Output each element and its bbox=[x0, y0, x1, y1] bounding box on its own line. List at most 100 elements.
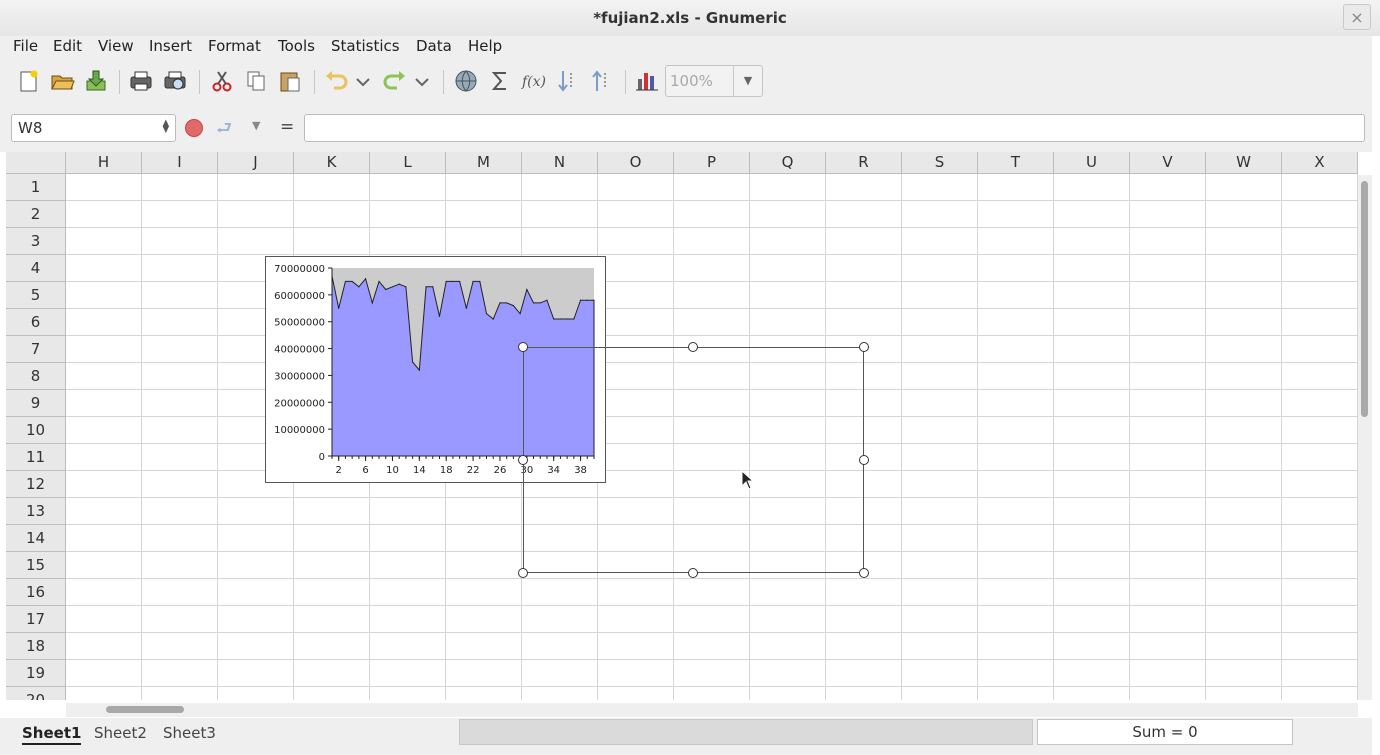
grid-line bbox=[66, 227, 1358, 228]
print-preview-icon[interactable] bbox=[161, 67, 189, 95]
column-header-j[interactable]: J bbox=[218, 152, 294, 174]
column-header-t[interactable]: T bbox=[978, 152, 1054, 174]
column-header-k[interactable]: K bbox=[294, 152, 370, 174]
menu-edit[interactable]: Edit bbox=[53, 37, 82, 55]
row-header-7[interactable]: 7 bbox=[6, 336, 66, 363]
undo-icon[interactable] bbox=[322, 67, 350, 95]
object-selection-frame[interactable] bbox=[523, 347, 864, 573]
row-header-19[interactable]: 19 bbox=[6, 660, 66, 687]
cancel-edit-icon[interactable] bbox=[185, 119, 203, 137]
menu-help[interactable]: Help bbox=[468, 37, 502, 55]
formula-input[interactable] bbox=[304, 114, 1365, 142]
row-header-3[interactable]: 3 bbox=[6, 228, 66, 255]
tab-sheet1[interactable]: Sheet1 bbox=[22, 723, 82, 745]
horizontal-scroll-thumb[interactable] bbox=[106, 706, 184, 713]
open-file-icon[interactable] bbox=[48, 67, 76, 95]
column-header-w[interactable]: W bbox=[1206, 152, 1282, 174]
menu-view[interactable]: View bbox=[98, 37, 134, 55]
equals-icon[interactable]: = bbox=[280, 117, 294, 137]
hyperlink-icon[interactable] bbox=[452, 67, 480, 95]
data-point bbox=[465, 307, 467, 309]
name-box-dropdown-icon[interactable]: ⧫ bbox=[163, 119, 169, 134]
zoom-combo[interactable]: 100% ▼ bbox=[665, 65, 763, 97]
chevron-down-icon[interactable]: ▼ bbox=[733, 66, 762, 96]
select-all-corner[interactable] bbox=[6, 152, 66, 174]
close-button[interactable]: × bbox=[1343, 4, 1371, 30]
row-header-10[interactable]: 10 bbox=[6, 417, 66, 444]
menu-tools[interactable]: Tools bbox=[278, 37, 315, 55]
row-header-14[interactable]: 14 bbox=[6, 525, 66, 552]
row-header-2[interactable]: 2 bbox=[6, 201, 66, 228]
row-header-15[interactable]: 15 bbox=[6, 552, 66, 579]
insert-chart-icon[interactable] bbox=[633, 67, 661, 95]
accept-edit-icon[interactable]: ⮐ bbox=[216, 116, 232, 146]
row-header-17[interactable]: 17 bbox=[6, 606, 66, 633]
undo-dropdown-icon[interactable] bbox=[352, 67, 374, 95]
name-box[interactable]: W8 ⧫ bbox=[11, 114, 176, 142]
cut-icon[interactable] bbox=[208, 67, 236, 95]
sort-descending-icon[interactable] bbox=[588, 67, 616, 95]
row-header-1[interactable]: 1 bbox=[6, 174, 66, 201]
menu-statistics[interactable]: Statistics bbox=[331, 37, 400, 55]
data-point bbox=[512, 305, 514, 307]
function-icon[interactable]: f(x) bbox=[520, 67, 548, 95]
row-header-18[interactable]: 18 bbox=[6, 633, 66, 660]
column-header-q[interactable]: Q bbox=[750, 152, 826, 174]
column-header-x[interactable]: X bbox=[1282, 152, 1358, 174]
row-header-4[interactable]: 4 bbox=[6, 255, 66, 282]
tab-sheet3[interactable]: Sheet3 bbox=[163, 723, 216, 743]
column-header-v[interactable]: V bbox=[1130, 152, 1206, 174]
tab-sheet2[interactable]: Sheet2 bbox=[94, 723, 147, 743]
column-header-l[interactable]: L bbox=[370, 152, 446, 174]
row-header-11[interactable]: 11 bbox=[6, 444, 66, 471]
chevron-down-icon[interactable]: ▼ bbox=[252, 119, 260, 132]
resize-handle-bottom-left[interactable] bbox=[518, 568, 528, 578]
redo-dropdown-icon[interactable] bbox=[411, 67, 433, 95]
row-header-13[interactable]: 13 bbox=[6, 498, 66, 525]
row-header-6[interactable]: 6 bbox=[6, 309, 66, 336]
redo-icon[interactable] bbox=[381, 67, 409, 95]
grid-line bbox=[66, 578, 1358, 579]
resize-handle-left[interactable] bbox=[518, 455, 528, 465]
row-header-12[interactable]: 12 bbox=[6, 471, 66, 498]
resize-handle-right[interactable] bbox=[859, 455, 869, 465]
copy-icon[interactable] bbox=[242, 67, 270, 95]
save-file-icon[interactable] bbox=[82, 67, 110, 95]
resize-handle-top-right[interactable] bbox=[859, 342, 869, 352]
resize-handle-top[interactable] bbox=[688, 342, 698, 352]
menu-insert[interactable]: Insert bbox=[149, 37, 192, 55]
vertical-scrollbar[interactable] bbox=[1358, 175, 1372, 700]
row-header-16[interactable]: 16 bbox=[6, 579, 66, 606]
column-header-r[interactable]: R bbox=[826, 152, 902, 174]
column-header-n[interactable]: N bbox=[522, 152, 598, 174]
column-header-s[interactable]: S bbox=[902, 152, 978, 174]
column-header-p[interactable]: P bbox=[674, 152, 750, 174]
print-icon[interactable] bbox=[127, 67, 155, 95]
column-header-h[interactable]: H bbox=[66, 152, 142, 174]
menu-format[interactable]: Format bbox=[208, 37, 261, 55]
column-header-m[interactable]: M bbox=[446, 152, 522, 174]
menu-bar: File Edit View Insert Format Tools Stati… bbox=[0, 36, 1372, 58]
y-tick-label: 30000000 bbox=[274, 371, 325, 382]
sort-ascending-icon[interactable] bbox=[554, 67, 582, 95]
row-header-20[interactable]: 20 bbox=[6, 687, 66, 700]
resize-handle-bottom-right[interactable] bbox=[859, 568, 869, 578]
row-header-8[interactable]: 8 bbox=[6, 363, 66, 390]
vertical-scroll-thumb[interactable] bbox=[1361, 181, 1368, 417]
horizontal-scrollbar[interactable] bbox=[66, 703, 1358, 717]
menu-data[interactable]: Data bbox=[416, 37, 452, 55]
column-header-o[interactable]: O bbox=[598, 152, 674, 174]
resize-handle-top-left[interactable] bbox=[518, 342, 528, 352]
row-header-5[interactable]: 5 bbox=[6, 282, 66, 309]
status-sum: Sum = 0 bbox=[1037, 719, 1293, 745]
column-header-u[interactable]: U bbox=[1054, 152, 1130, 174]
column-header-i[interactable]: I bbox=[142, 152, 218, 174]
row-header-9[interactable]: 9 bbox=[6, 390, 66, 417]
paste-icon[interactable] bbox=[276, 67, 304, 95]
sum-icon[interactable] bbox=[486, 67, 514, 95]
y-tick-label: 20000000 bbox=[274, 398, 325, 409]
new-file-icon[interactable] bbox=[14, 67, 42, 95]
menu-file[interactable]: File bbox=[13, 37, 38, 55]
data-point bbox=[459, 280, 461, 283]
resize-handle-bottom[interactable] bbox=[688, 568, 698, 578]
